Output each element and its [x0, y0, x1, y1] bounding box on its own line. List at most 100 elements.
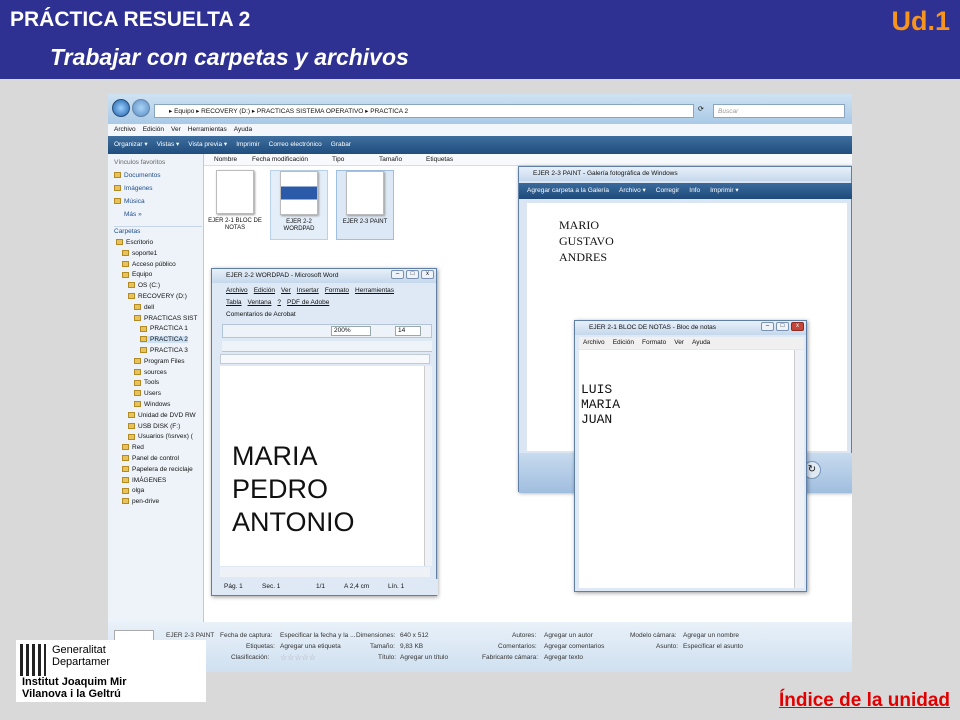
- search-input[interactable]: Buscar: [713, 104, 845, 118]
- folder-icon: [140, 325, 147, 332]
- tree-item[interactable]: OS (C:): [128, 282, 160, 289]
- folder-icon: [134, 401, 141, 408]
- tree-item[interactable]: dell: [134, 304, 154, 311]
- tree-item[interactable]: soporte1: [122, 250, 157, 257]
- status-bar: Pág. 1 Sec. 1 1/1 A 2,4 cm Lín. 1: [212, 579, 438, 595]
- tree-item[interactable]: sources: [134, 369, 167, 376]
- col-name[interactable]: Nombre: [214, 154, 237, 166]
- favorite-documents[interactable]: Documentos: [114, 172, 161, 179]
- command-bar: Organizar ▾ Vistas ▾ Vista previa ▾ Imprimi…: [108, 136, 852, 154]
- wordpad-menu-2: Tabla Ventana? PDF de Adobe: [226, 299, 330, 306]
- folder-icon: [122, 260, 129, 267]
- text-file-icon: [216, 170, 254, 214]
- generalitat-emblem-icon: [20, 644, 46, 676]
- menu-edicion[interactable]: Edición: [143, 126, 164, 133]
- print-button[interactable]: Imprimir: [236, 141, 259, 148]
- file-item-notepad[interactable]: EJER 2-1 BLOC DE NOTAS: [206, 170, 264, 240]
- folder-icon: [122, 476, 129, 483]
- folder-icon: [134, 390, 141, 397]
- maximize-button[interactable]: □: [776, 322, 789, 331]
- tree-item[interactable]: Usuarios (\\srvex) (: [128, 433, 193, 440]
- tree-item[interactable]: olga: [122, 487, 144, 494]
- folder-icon: [122, 466, 129, 473]
- folder-icon: [128, 293, 135, 300]
- tree-item[interactable]: PRACTICAS SIST: [134, 315, 197, 322]
- tree-item[interactable]: PRACTICA 1: [140, 325, 188, 332]
- views-button[interactable]: Vistas ▾: [157, 141, 180, 148]
- folder-icon: [140, 336, 147, 343]
- menu-ayuda[interactable]: Ayuda: [234, 126, 252, 133]
- tree-item[interactable]: Acceso público: [122, 261, 176, 268]
- notepad-text[interactable]: LUIS MARIA JUAN: [579, 350, 794, 588]
- favorite-music[interactable]: Música: [114, 198, 145, 205]
- tree-item[interactable]: pen-drive: [122, 498, 159, 505]
- notepad-window: EJER 2-1 BLOC DE NOTAS - Bloc de notas –…: [574, 320, 807, 592]
- tree-item[interactable]: Windows: [134, 401, 170, 408]
- tree-item[interactable]: Panel de control: [122, 455, 179, 462]
- tree-item[interactable]: Tools: [134, 379, 159, 386]
- h-scrollbar[interactable]: [220, 567, 430, 577]
- zoom-select[interactable]: 200%: [331, 326, 371, 336]
- notepad-menu: Archivo Edición Formato Ver Ayuda: [579, 337, 804, 349]
- close-button[interactable]: x: [791, 322, 804, 331]
- refresh-icon[interactable]: ⟳: [698, 105, 708, 117]
- gallery-title: EJER 2-3 PAINT - Galería fotográfica de …: [519, 167, 851, 181]
- font-size-select[interactable]: 14: [395, 326, 421, 336]
- col-type[interactable]: Tipo: [332, 154, 344, 166]
- pdf-toolbar: [222, 341, 432, 352]
- image-file-icon: [346, 171, 384, 215]
- more-link[interactable]: Más »: [124, 211, 142, 218]
- wordpad-scrollbar[interactable]: [424, 366, 432, 566]
- slide-title: PRÁCTICA RESUELTA 2: [10, 8, 251, 31]
- notepad-scrollbar[interactable]: [794, 350, 804, 588]
- folder-icon: [134, 379, 141, 386]
- tree-item[interactable]: PRACTICA 2: [140, 336, 188, 344]
- acrobat-comments[interactable]: Comentarios de Acrobat: [226, 311, 296, 318]
- slide-subtitle: Trabajar con carpetas y archivos: [50, 44, 409, 70]
- tree-item[interactable]: Users: [134, 390, 161, 397]
- tree-item[interactable]: USB DISK (F:): [128, 423, 180, 430]
- close-button[interactable]: x: [421, 270, 434, 279]
- minimize-button[interactable]: –: [761, 322, 774, 331]
- tree-item[interactable]: Papelera de reciclaje: [122, 466, 193, 473]
- tree-item[interactable]: RECOVERY (D:): [128, 293, 187, 300]
- folder-icon: [122, 444, 129, 451]
- tree-item[interactable]: Program Files: [134, 358, 184, 365]
- folders-title[interactable]: Carpetas: [114, 226, 202, 235]
- gallery-toolbar: Agregar carpeta a la Galería Archivo ▾ Cor…: [519, 183, 852, 199]
- back-button[interactable]: [112, 99, 130, 117]
- rating-stars[interactable]: ☆☆☆☆☆: [280, 653, 316, 662]
- folder-icon: [116, 239, 123, 246]
- address-input[interactable]: ▸ Equipo ▸ RECOVERY (D:) ▸ PRACTICAS SIS…: [154, 104, 694, 118]
- column-headers: Nombre Fecha modificación Tipo Tamaño Et…: [204, 154, 852, 166]
- file-item-wordpad[interactable]: EJER 2-2 WORDPAD: [270, 170, 328, 240]
- unit-index-link[interactable]: Índice de la unidad: [779, 690, 950, 712]
- tree-item[interactable]: Red: [122, 444, 144, 451]
- tree-item[interactable]: Unidad de DVD RW: [128, 412, 196, 419]
- menu-ver[interactable]: Ver: [171, 126, 181, 133]
- navigation-pane: Vínculos favoritos Documentos Imágenes M…: [108, 154, 204, 622]
- col-size[interactable]: Tamaño: [379, 154, 402, 166]
- col-tags[interactable]: Etiquetas: [426, 154, 453, 166]
- menu-archivo[interactable]: Archivo: [114, 126, 136, 133]
- folder-icon: [128, 433, 135, 440]
- organize-button[interactable]: Organizar ▾: [114, 141, 148, 148]
- preview-button[interactable]: Vista previa ▾: [188, 141, 227, 148]
- file-item-paint[interactable]: EJER 2-3 PAINT: [336, 170, 394, 240]
- maximize-button[interactable]: □: [406, 270, 419, 279]
- menu-herramientas[interactable]: Herramientas: [188, 126, 227, 133]
- unit-label: Ud.1: [891, 6, 950, 36]
- email-button[interactable]: Correo electrónico: [269, 141, 322, 148]
- col-date[interactable]: Fecha modificación: [252, 154, 308, 166]
- burn-button[interactable]: Grabar: [331, 141, 351, 148]
- tree-item[interactable]: IMÁGENES: [122, 477, 166, 484]
- minimize-button[interactable]: –: [391, 270, 404, 279]
- tree-item[interactable]: Equipo: [122, 271, 152, 278]
- tree-item[interactable]: PRACTICA 3: [140, 347, 188, 354]
- forward-button[interactable]: [132, 99, 150, 117]
- wordpad-document[interactable]: MARIA PEDRO ANTONIO: [220, 366, 424, 566]
- menu-bar: Archivo Edición Ver Herramientas Ayuda: [108, 124, 852, 136]
- ruler: [220, 354, 430, 364]
- favorite-images[interactable]: Imágenes: [114, 185, 153, 192]
- tree-item[interactable]: Escritorio: [116, 239, 153, 246]
